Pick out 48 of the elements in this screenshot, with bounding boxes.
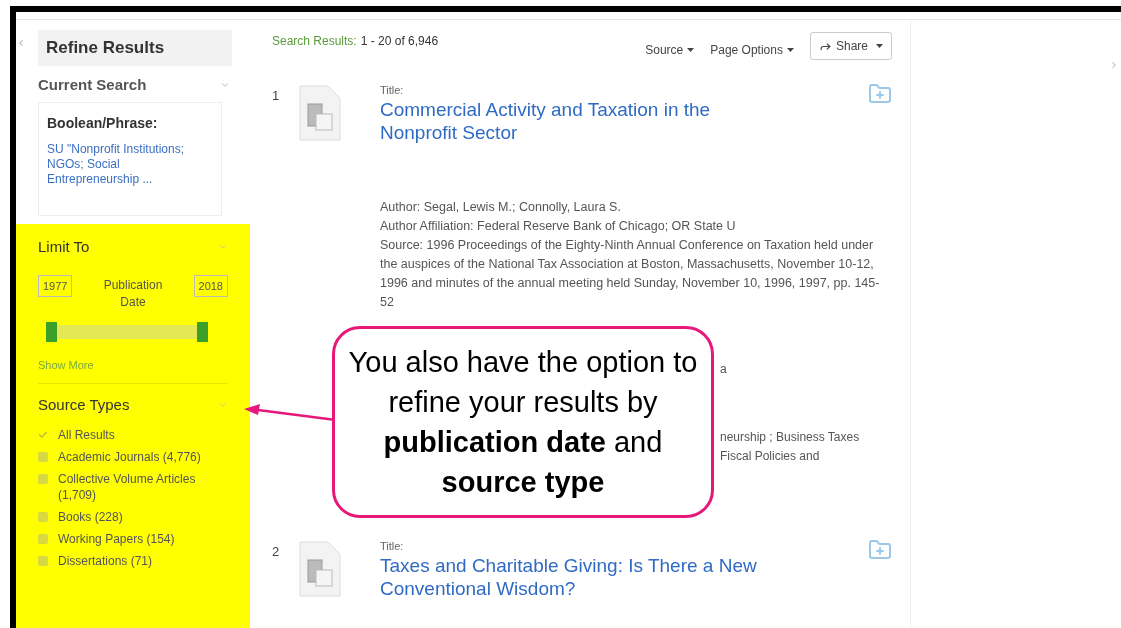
field-label: Title:	[380, 539, 404, 554]
expand-icon[interactable]	[1109, 60, 1119, 70]
result-detail: a	[720, 361, 728, 378]
checkbox[interactable]	[38, 511, 48, 522]
folder-icon[interactable]	[868, 82, 892, 106]
share-button[interactable]: Share	[809, 32, 892, 60]
filter-label: Books (228)	[58, 508, 124, 525]
result-detail: Author: Segal, Lewis M.; Connolly, Laura S.	[380, 199, 622, 216]
checkbox[interactable]	[38, 451, 48, 462]
year-field[interactable]: 2018	[193, 274, 228, 297]
date-label: Publication Date	[103, 276, 163, 311]
panel-title: Refine Results	[38, 30, 232, 66]
result-detail: Fiscal Policies and	[720, 448, 821, 465]
caret-icon	[876, 44, 883, 48]
results-label: Search Results:	[272, 33, 357, 50]
result-title[interactable]: Commercial Activity and Taxation in the Nonprofit Sector	[380, 98, 760, 144]
menu-button[interactable]: Source	[645, 41, 695, 59]
field-label: Title:	[380, 83, 404, 98]
filter-label: Collective Volume Articles (1,709)	[58, 470, 197, 503]
result-detail: Author Affiliation: Federal Reserve Bank of Chicago; OR State U	[380, 218, 737, 235]
filter-label: Academic Journals (4,776)	[58, 448, 202, 465]
result-number: 2	[272, 543, 281, 561]
result-detail: neurship ; Business Taxes	[720, 429, 861, 446]
card-label: Boolean/Phrase:	[47, 114, 159, 133]
filter-label: Working Papers (154)	[58, 530, 176, 547]
checkbox[interactable]	[38, 533, 48, 544]
callout-text: You also have the option to refine your results by publication date and source type	[348, 345, 698, 500]
slider-handle[interactable]	[46, 321, 57, 342]
filter-label: Dissertations (71)	[58, 552, 154, 569]
menu-button[interactable]: Page Options	[710, 41, 794, 59]
section-heading: Limit To	[38, 237, 90, 257]
query-link[interactable]: SU "Nonprofit Institutions; NGOs; Social Entrepreneurship ...	[47, 142, 213, 187]
result-number: 1	[272, 87, 281, 105]
checkbox[interactable]	[38, 473, 48, 484]
result-title[interactable]: Taxes and Charitable Giving: Is There a New Conventional Wisdom?	[380, 554, 760, 600]
checkbox[interactable]	[38, 429, 48, 440]
checkbox[interactable]	[38, 555, 48, 566]
caret-icon	[786, 48, 794, 52]
folder-icon[interactable]	[868, 538, 892, 562]
section-heading: Source Types	[38, 395, 130, 415]
collapse-icon[interactable]	[16, 38, 26, 48]
slider-handle[interactable]	[197, 321, 208, 342]
filter-label: All Results	[58, 426, 116, 443]
result-detail: Source: 1996 Proceedings of the Eighty-Ninth Annual Conference on Taxation held under the auspices of the National Tax Association at Boston, Massachusetts, November 10-12, 1996 and minutes of the annual meeting held Sunday, November 10, 1996, 1997, pp. 145-52	[380, 237, 881, 311]
year-field[interactable]: 1977	[38, 274, 73, 297]
caret-icon	[687, 48, 695, 52]
results-count: 1 - 20 of 6,946	[360, 33, 439, 50]
section-heading: Current Search	[38, 74, 147, 95]
